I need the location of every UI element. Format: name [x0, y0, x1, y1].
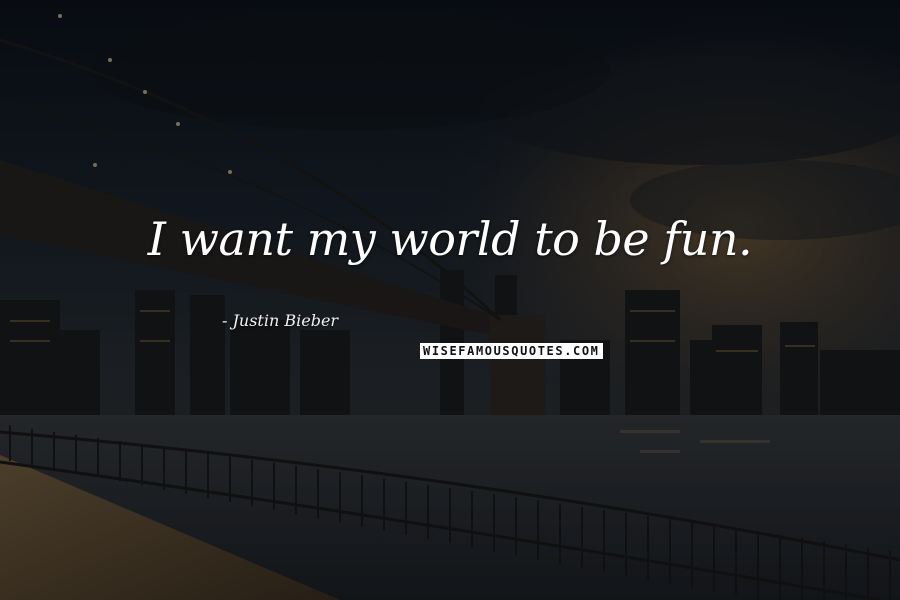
watermark-logo: WISEFAMOUSQUOTES.COM: [420, 343, 603, 359]
background-photo: [0, 0, 900, 600]
quote-card: I want my world to be fun. - Justin Bieb…: [0, 0, 900, 600]
quote-author: - Justin Bieber: [222, 311, 339, 330]
quote-text: I want my world to be fun.: [147, 212, 753, 266]
